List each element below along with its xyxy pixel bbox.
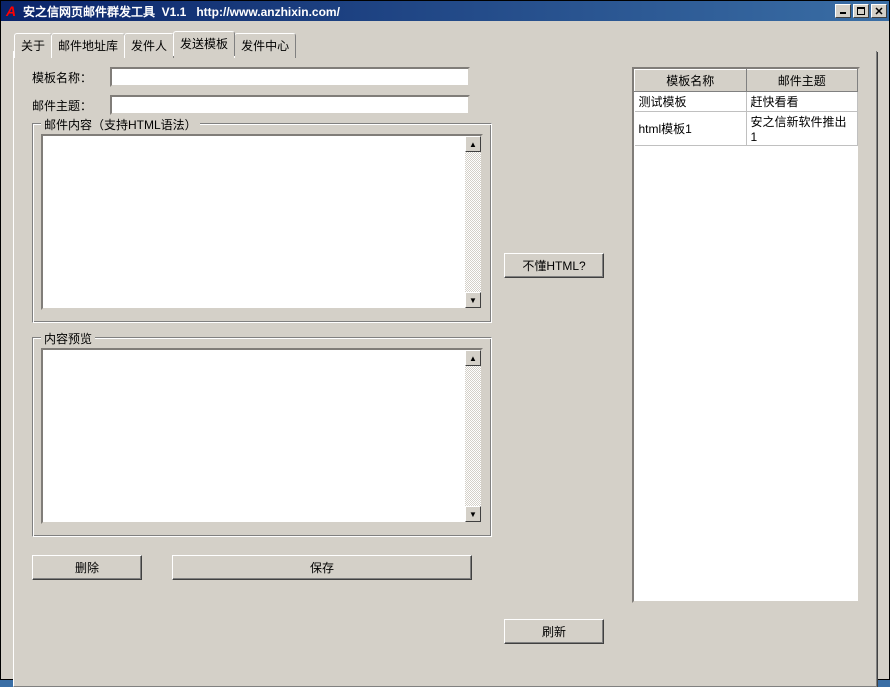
tab-panel: 关于 邮件地址库 发件人 发送模板 发件中心 模板名称： 邮件主题： xyxy=(13,51,877,687)
content-fieldset-legend: 邮件内容（支持HTML语法） xyxy=(41,116,200,133)
mail-subject-label: 邮件主题： xyxy=(32,97,110,114)
scroll-down-icon[interactable]: ▼ xyxy=(465,506,481,522)
preview-fieldset-legend: 内容预览 xyxy=(41,330,95,347)
template-table-wrap: 模板名称 邮件主题 测试模板 赶快看看 html模板1 xyxy=(632,67,860,603)
client-area: 关于 邮件地址库 发件人 发送模板 发件中心 模板名称： 邮件主题： xyxy=(1,21,889,679)
table-header-name[interactable]: 模板名称 xyxy=(635,70,747,92)
table-header-subject[interactable]: 邮件主题 xyxy=(746,70,858,92)
table-row[interactable]: html模板1 安之信新软件推出1 xyxy=(635,112,858,146)
template-table[interactable]: 模板名称 邮件主题 测试模板 赶快看看 html模板1 xyxy=(634,69,858,146)
scroll-track[interactable] xyxy=(465,366,481,506)
save-button[interactable]: 保存 xyxy=(172,555,472,580)
scroll-track[interactable] xyxy=(465,152,481,292)
content-fieldset: 邮件内容（支持HTML语法） ▲ ▼ xyxy=(32,123,492,323)
left-column: 模板名称： 邮件主题： 邮件内容（支持HTML语法） ▲ xyxy=(32,67,492,580)
preview-fieldset: 内容预览 ▲ ▼ xyxy=(32,337,492,537)
refresh-button[interactable]: 刷新 xyxy=(504,619,604,644)
html-help-button[interactable]: 不懂HTML? xyxy=(504,253,604,278)
template-name-input[interactable] xyxy=(110,67,470,87)
preview-scrollbar[interactable]: ▲ ▼ xyxy=(465,350,481,522)
right-column: 模板名称 邮件主题 测试模板 赶快看看 html模板1 xyxy=(632,67,860,603)
window-title: 安之信网页邮件群发工具 V1.1 http://www.anzhixin.com… xyxy=(23,3,835,20)
scroll-up-icon[interactable]: ▲ xyxy=(465,136,481,152)
app-window: A 安之信网页邮件群发工具 V1.1 http://www.anzhixin.c… xyxy=(0,0,890,680)
tab-send-template[interactable]: 发送模板 xyxy=(173,31,235,56)
mail-content-textarea[interactable] xyxy=(43,136,465,308)
titlebar[interactable]: A 安之信网页邮件群发工具 V1.1 http://www.anzhixin.c… xyxy=(1,1,889,21)
delete-button[interactable]: 删除 xyxy=(32,555,142,580)
window-controls xyxy=(835,4,887,18)
mail-subject-input[interactable] xyxy=(110,95,470,115)
template-name-label: 模板名称： xyxy=(32,69,110,86)
minimize-button[interactable] xyxy=(835,4,851,18)
maximize-button[interactable] xyxy=(853,4,869,18)
scroll-up-icon[interactable]: ▲ xyxy=(465,350,481,366)
scroll-down-icon[interactable]: ▼ xyxy=(465,292,481,308)
content-scrollbar[interactable]: ▲ ▼ xyxy=(465,136,481,308)
app-icon: A xyxy=(3,3,19,19)
table-row[interactable]: 测试模板 赶快看看 xyxy=(635,92,858,112)
close-button[interactable] xyxy=(871,4,887,18)
preview-textarea[interactable] xyxy=(43,350,465,522)
tab-content: 模板名称： 邮件主题： 邮件内容（支持HTML语法） ▲ xyxy=(14,51,876,686)
